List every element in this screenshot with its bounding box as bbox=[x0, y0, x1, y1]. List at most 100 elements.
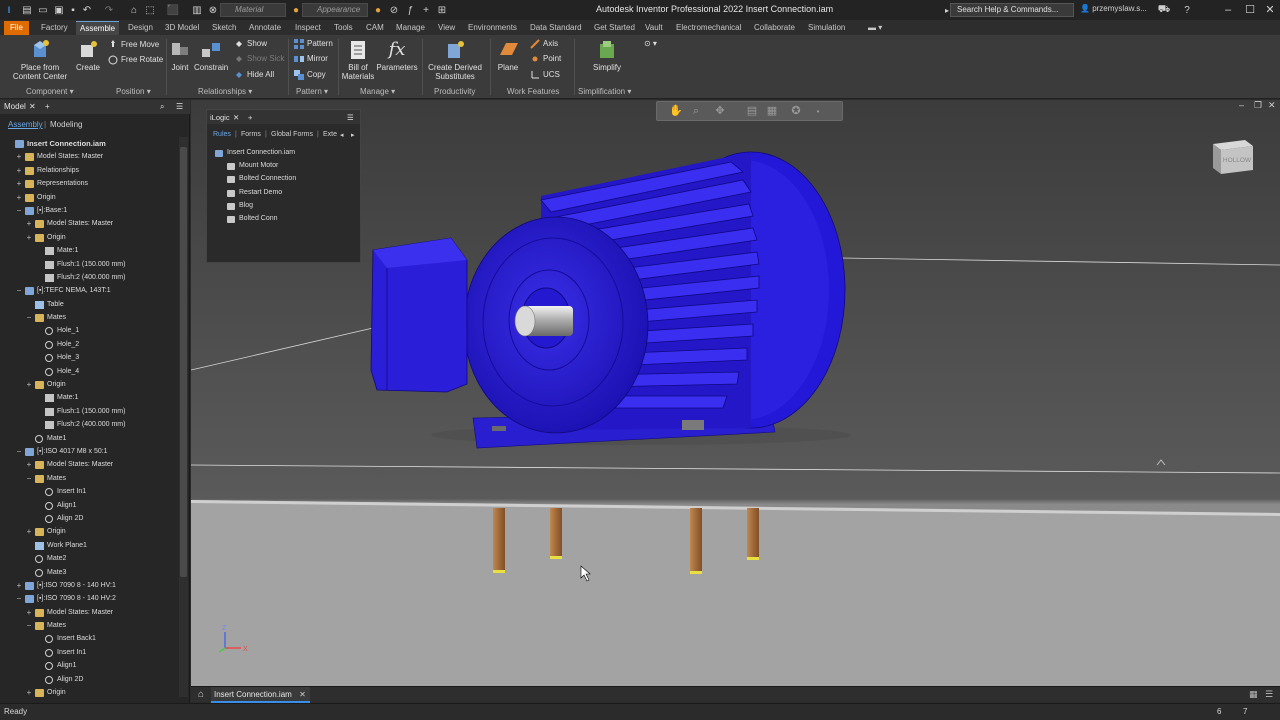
tree-node[interactable]: − Mates bbox=[0, 311, 178, 324]
tree-node[interactable]: Flush:2 (400.000 mm) bbox=[0, 271, 178, 284]
maximize-icon[interactable]: ☐ bbox=[1240, 2, 1260, 18]
tree-node[interactable]: + Origin bbox=[0, 525, 178, 538]
update-icon[interactable]: ⊞ bbox=[436, 3, 448, 17]
group-pattern[interactable]: Pattern ▾ bbox=[296, 87, 328, 96]
expand-icon[interactable]: + bbox=[25, 458, 33, 471]
bill-of-materials-button[interactable]: Bill of Materials bbox=[340, 39, 376, 81]
expand-icon[interactable]: + bbox=[25, 231, 33, 244]
tree-node[interactable]: Insert Connection.iam bbox=[0, 137, 178, 150]
ilogic-rule[interactable]: Bolted Connection bbox=[227, 175, 296, 184]
tree-node[interactable]: Align 2D bbox=[0, 512, 178, 525]
open-icon[interactable]: ▭ bbox=[36, 3, 50, 17]
tree-node[interactable]: + Model States: Master bbox=[0, 217, 178, 230]
new-icon[interactable]: ▤ bbox=[20, 3, 34, 17]
tab-get-started[interactable]: Get Started bbox=[590, 21, 639, 35]
close-icon[interactable]: ✕ bbox=[1260, 2, 1280, 18]
measure-icon[interactable]: ▥ bbox=[190, 3, 204, 17]
vp-minimize-icon[interactable]: – bbox=[1239, 100, 1244, 110]
expand-icon[interactable]: + bbox=[25, 525, 33, 538]
tree-node[interactable]: + [▪]:ISO 7090 8 - 140 HV:1 bbox=[0, 579, 178, 592]
help-search-input[interactable]: Search Help & Commands... bbox=[950, 3, 1074, 17]
tree-node[interactable]: + Relationships bbox=[0, 164, 178, 177]
show-sick-button[interactable]: Show Sick bbox=[234, 53, 284, 65]
ilogic-rule[interactable]: Bolted Conn bbox=[227, 215, 278, 224]
home-icon[interactable]: ⌂ bbox=[127, 3, 141, 17]
appearance-dropdown[interactable]: Appearance bbox=[302, 3, 368, 17]
pattern-button[interactable]: Pattern bbox=[294, 38, 333, 50]
free-move-button[interactable]: Free Move bbox=[108, 39, 159, 51]
tab-sketch[interactable]: Sketch bbox=[208, 21, 240, 35]
vp-restore-icon[interactable]: ❐ bbox=[1254, 100, 1262, 111]
zoom-icon[interactable]: ⌕ bbox=[689, 105, 703, 118]
tab-menu-icon[interactable]: ☰ bbox=[1265, 689, 1275, 701]
axis-button[interactable]: Axis bbox=[530, 38, 558, 50]
tree-scrollbar[interactable] bbox=[179, 137, 188, 697]
tile-icon[interactable]: ▦ bbox=[1249, 689, 1259, 701]
create-derived-substitutes-button[interactable]: Create Derived Substitutes bbox=[426, 39, 484, 81]
select-icon[interactable]: ⬚ bbox=[143, 3, 157, 17]
tab-file[interactable]: File bbox=[4, 21, 29, 35]
collapse-icon[interactable]: − bbox=[25, 311, 33, 324]
ucs-button[interactable]: UCS bbox=[530, 69, 560, 81]
mirror-button[interactable]: Mirror bbox=[294, 53, 328, 65]
tree-node[interactable]: − [▪]:TEFC NEMA, 143T:1 bbox=[0, 284, 178, 297]
color-icon[interactable]: ● bbox=[372, 3, 384, 17]
tree-node[interactable]: Mate:1 bbox=[0, 244, 178, 257]
joint-button[interactable]: Joint bbox=[168, 39, 192, 72]
group-relationships[interactable]: Relationships ▾ bbox=[198, 87, 252, 96]
undo-icon[interactable]: ↶ bbox=[80, 3, 94, 17]
group-simplification[interactable]: Simplification ▾ bbox=[578, 87, 631, 96]
expand-icon[interactable]: + bbox=[15, 191, 23, 204]
group-position[interactable]: Position ▾ bbox=[116, 87, 151, 96]
tree-node[interactable]: Hole_3 bbox=[0, 351, 178, 364]
collapse-icon[interactable]: − bbox=[25, 619, 33, 632]
tree-node[interactable]: Work Plane1 bbox=[0, 539, 178, 552]
tree-node[interactable]: + Origin bbox=[0, 378, 178, 391]
show-button[interactable]: Show bbox=[234, 38, 267, 50]
save-icon[interactable]: ▣ bbox=[52, 3, 66, 17]
tree-node[interactable]: − [▪]:ISO 7090 8 - 140 HV:2 bbox=[0, 592, 178, 605]
document-tab[interactable]: Insert Connection.iam ✕ bbox=[211, 687, 310, 703]
ilogic-tab-forms[interactable]: Forms bbox=[241, 131, 261, 138]
tab-assembly[interactable]: Assembly bbox=[8, 120, 43, 129]
bolt[interactable] bbox=[493, 508, 505, 573]
tree-node[interactable]: Align1 bbox=[0, 659, 178, 672]
expand-icon[interactable]: + bbox=[15, 150, 23, 163]
select-icon-2[interactable]: ⬛ bbox=[166, 3, 180, 17]
tree-node[interactable]: Mate2 bbox=[0, 552, 178, 565]
collapse-icon[interactable]: − bbox=[15, 445, 23, 458]
search-icon[interactable]: ⌕ bbox=[160, 102, 164, 112]
app-logo-icon[interactable]: I bbox=[4, 3, 14, 17]
ilogic-menu-icon[interactable]: ☰ bbox=[347, 113, 354, 122]
tab-simulation[interactable]: Simulation bbox=[804, 21, 849, 35]
tab-collaborate[interactable]: Collaborate bbox=[750, 21, 799, 35]
tab-assemble[interactable]: Assemble bbox=[76, 21, 120, 35]
expand-icon[interactable]: + bbox=[25, 217, 33, 230]
minimize-icon[interactable]: – bbox=[1218, 2, 1238, 18]
expand-icon[interactable]: + bbox=[15, 164, 23, 177]
simplify-button[interactable]: Simplify bbox=[588, 39, 626, 72]
tab-vault[interactable]: Vault bbox=[641, 21, 667, 35]
collapse-icon[interactable]: − bbox=[15, 592, 23, 605]
browser-add-icon[interactable]: + bbox=[45, 102, 50, 111]
copy-button[interactable]: Copy bbox=[294, 69, 326, 81]
constrain-button[interactable]: Constrain bbox=[194, 39, 228, 72]
tree-node[interactable]: + Model States: Master bbox=[0, 150, 178, 163]
tab-data-standard[interactable]: Data Standard bbox=[526, 21, 586, 35]
menu-icon[interactable]: ☰ bbox=[176, 102, 183, 111]
nav-more-icon[interactable]: • bbox=[811, 105, 825, 118]
tab-inspect[interactable]: Inspect bbox=[291, 21, 325, 35]
tree-node[interactable]: Flush:1 (150.000 mm) bbox=[0, 258, 178, 271]
expand-icon[interactable]: + bbox=[15, 579, 23, 592]
tab-annotate[interactable]: Annotate bbox=[245, 21, 285, 35]
tab-tools[interactable]: Tools bbox=[330, 21, 357, 35]
group-manage[interactable]: Manage ▾ bbox=[360, 87, 395, 96]
ilogic-tab-prev-icon[interactable]: ◂ bbox=[340, 131, 344, 139]
tree-node[interactable]: + Representations bbox=[0, 177, 178, 190]
ribbon-options-icon[interactable]: ▬ ▾ bbox=[864, 21, 886, 35]
vp-close-icon[interactable]: ✕ bbox=[1268, 100, 1276, 111]
ilogic-tab-rules[interactable]: Rules bbox=[213, 131, 231, 138]
tab-view[interactable]: View bbox=[434, 21, 459, 35]
tree-node[interactable]: Flush:1 (150.000 mm) bbox=[0, 405, 178, 418]
tree-node[interactable]: Mate:1 bbox=[0, 391, 178, 404]
